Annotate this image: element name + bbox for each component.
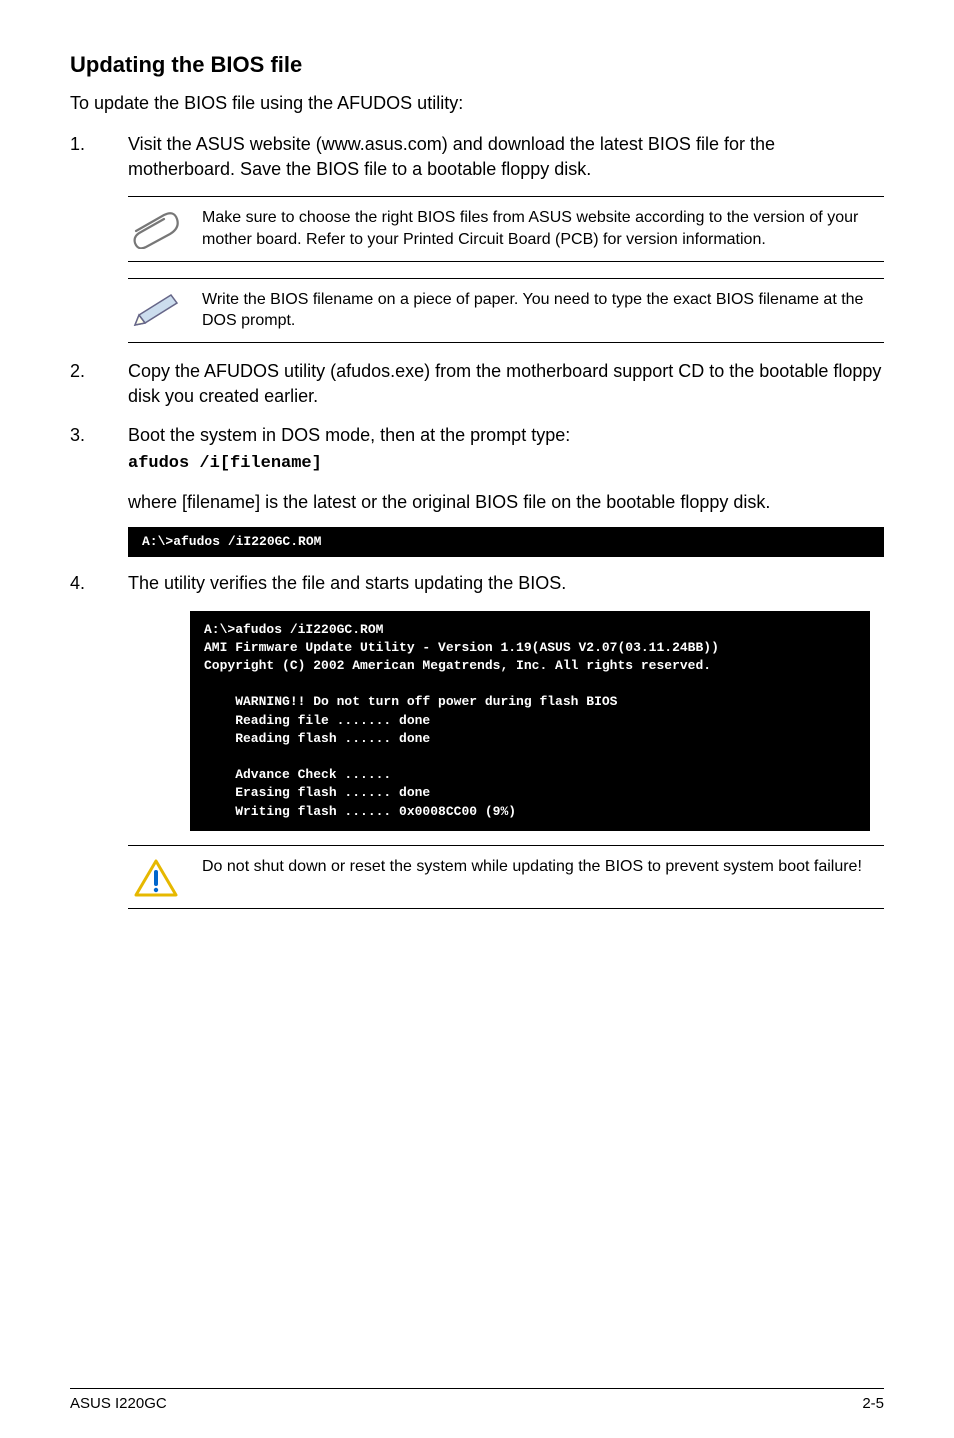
step-4: 4. The utility verifies the file and sta… [70, 571, 884, 596]
note-text: Write the BIOS filename on a piece of pa… [202, 289, 880, 332]
step-body: Boot the system in DOS mode, then at the… [128, 423, 884, 476]
step-2: 2. Copy the AFUDOS utility (afudos.exe) … [70, 359, 884, 409]
caution-text: Do not shut down or reset the system whi… [202, 856, 880, 878]
section-heading: Updating the BIOS file [70, 50, 884, 81]
warning-icon [128, 856, 184, 898]
step-number: 1. [70, 132, 98, 182]
command-text: afudos /i[filename] [128, 452, 884, 476]
terminal-output-1: A:\>afudos /iI220GC.ROM [128, 527, 884, 557]
step-1: 1. Visit the ASUS website (www.asus.com)… [70, 132, 884, 182]
caution-note: Do not shut down or reset the system whi… [128, 845, 884, 909]
step-body: Copy the AFUDOS utility (afudos.exe) fro… [128, 359, 884, 409]
note-text: Make sure to choose the right BIOS files… [202, 207, 880, 250]
pencil-icon [128, 289, 184, 329]
step-text: Boot the system in DOS mode, then at the… [128, 425, 570, 445]
paperclip-icon [128, 207, 184, 249]
step-number: 3. [70, 423, 98, 476]
footer-left: ASUS I220GC [70, 1393, 167, 1414]
step-number: 4. [70, 571, 98, 596]
step-body: The utility verifies the file and starts… [128, 571, 884, 596]
page-footer: ASUS I220GC 2-5 [70, 1388, 884, 1414]
where-line: where [filename] is the latest or the or… [128, 490, 884, 515]
step-body: Visit the ASUS website (www.asus.com) an… [128, 132, 884, 182]
step-number: 2. [70, 359, 98, 409]
footer-right: 2-5 [862, 1393, 884, 1414]
terminal-output-2: A:\>afudos /iI220GC.ROM AMI Firmware Upd… [190, 611, 870, 831]
note-info-2: Write the BIOS filename on a piece of pa… [128, 278, 884, 343]
intro-text: To update the BIOS file using the AFUDOS… [70, 91, 884, 116]
note-info-1: Make sure to choose the right BIOS files… [128, 196, 884, 261]
step-3: 3. Boot the system in DOS mode, then at … [70, 423, 884, 476]
